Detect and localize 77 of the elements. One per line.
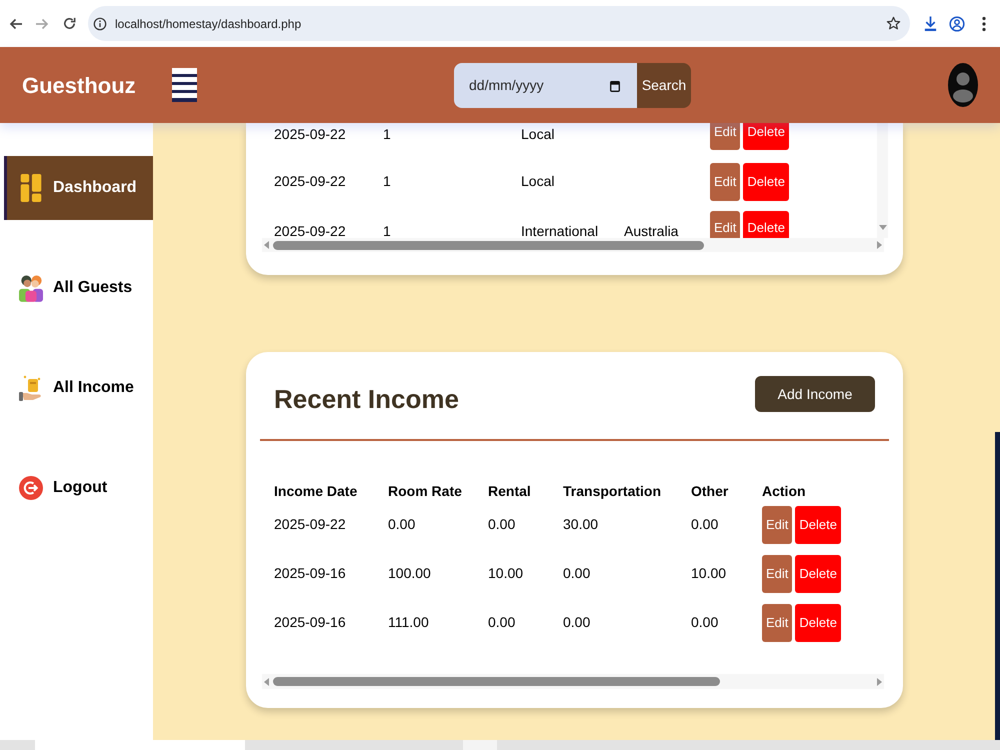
table-cell: Local <box>521 126 554 142</box>
table-cell: 0.00 <box>488 516 516 532</box>
table-cell: 10.00 <box>691 564 726 580</box>
edit-button[interactable]: Edit <box>762 506 792 544</box>
reload-icon[interactable] <box>62 16 77 31</box>
table-cell: 1 <box>383 172 391 188</box>
people-icon <box>19 274 43 302</box>
info-icon[interactable] <box>93 16 107 30</box>
star-icon[interactable] <box>886 16 901 31</box>
horizontal-scrollbar[interactable] <box>262 674 884 689</box>
table-cell: 0.00 <box>488 614 516 630</box>
table-cell: 0.00 <box>388 516 416 532</box>
search-button[interactable]: Search <box>637 62 691 108</box>
table-cell: 1 <box>383 223 391 239</box>
right-arrow-icon[interactable] <box>877 241 882 249</box>
calendar-icon[interactable] <box>610 80 620 92</box>
sidebar-item[interactable]: All Guests <box>4 256 153 320</box>
edit-button[interactable]: Edit <box>710 162 740 200</box>
table-cell: 30.00 <box>563 516 598 532</box>
table-cell: 2025-09-22 <box>274 516 346 532</box>
table-cell: 2025-09-22 <box>274 126 346 142</box>
column-header: Room Rate <box>388 482 462 498</box>
left-arrow-icon[interactable] <box>264 678 269 686</box>
sidebar-item[interactable]: Dashboard <box>4 156 153 220</box>
table-cell: 0.00 <box>691 516 718 532</box>
delete-button[interactable]: Delete <box>795 604 841 642</box>
sidebar-item[interactable]: Logout <box>4 456 153 520</box>
date-field[interactable]: dd/mm/yyyy <box>454 62 637 108</box>
delete-button[interactable]: Delete <box>743 211 789 238</box>
table-cell: 0.00 <box>563 614 590 630</box>
download-icon[interactable] <box>923 14 938 32</box>
edit-button[interactable]: Edit <box>762 554 792 592</box>
table-cell: 0.00 <box>691 614 718 630</box>
sidebar-item[interactable]: All Income <box>4 356 153 420</box>
user-silhouette-icon[interactable] <box>948 63 978 107</box>
logout-icon <box>19 474 43 502</box>
column-header: Action <box>762 482 806 498</box>
table-cell: 2025-09-22 <box>274 223 346 239</box>
scrollbar-thumb[interactable] <box>273 240 704 250</box>
more-options-icon[interactable] <box>982 16 986 32</box>
delete-button[interactable]: Delete <box>743 162 789 200</box>
edit-button[interactable]: Edit <box>762 604 792 642</box>
table-cell: Local <box>521 172 554 188</box>
edit-button[interactable]: Edit <box>710 211 740 238</box>
menu-icon[interactable] <box>172 68 197 102</box>
profile-icon[interactable] <box>949 16 965 32</box>
column-header: Rental <box>488 482 531 498</box>
delete-button[interactable]: Delete <box>795 506 841 544</box>
table-cell: Australia <box>624 223 678 239</box>
delete-button[interactable]: Delete <box>795 554 841 592</box>
add-income-button[interactable]: Add Income <box>755 376 875 412</box>
brand-title: Guesthouz <box>22 72 136 98</box>
vertical-scrollbar[interactable] <box>877 123 888 238</box>
table-cell: 100.00 <box>388 564 431 580</box>
table-cell: 10.00 <box>488 564 524 580</box>
left-arrow-icon[interactable] <box>264 241 269 249</box>
hand-coins-icon <box>19 374 43 402</box>
address-bar[interactable]: localhost/homestay/dashboard.php <box>88 6 910 41</box>
column-header: Income Date <box>274 482 358 498</box>
table-cell: 0.00 <box>563 564 590 580</box>
delete-button[interactable]: Delete <box>743 123 789 150</box>
right-arrow-icon[interactable] <box>877 678 882 686</box>
section-title: Recent Income <box>274 383 459 415</box>
table-cell: 2025-09-22 <box>274 172 346 188</box>
url-text: localhost/homestay/dashboard.php <box>115 16 302 32</box>
table-cell: 2025-09-16 <box>274 564 346 580</box>
edit-button[interactable]: Edit <box>710 123 740 150</box>
down-arrow-icon[interactable] <box>878 225 886 230</box>
scrollbar-thumb[interactable] <box>273 677 720 686</box>
table-cell: International <box>521 223 598 239</box>
horizontal-scrollbar[interactable] <box>262 238 884 252</box>
column-header: Other <box>691 482 728 498</box>
table-cell: 111.00 <box>388 614 429 630</box>
column-header: Transportation <box>563 482 662 498</box>
table-cell: 2025-09-16 <box>274 614 346 630</box>
layout-grid-icon <box>19 174 43 202</box>
table-cell: 1 <box>383 126 391 142</box>
